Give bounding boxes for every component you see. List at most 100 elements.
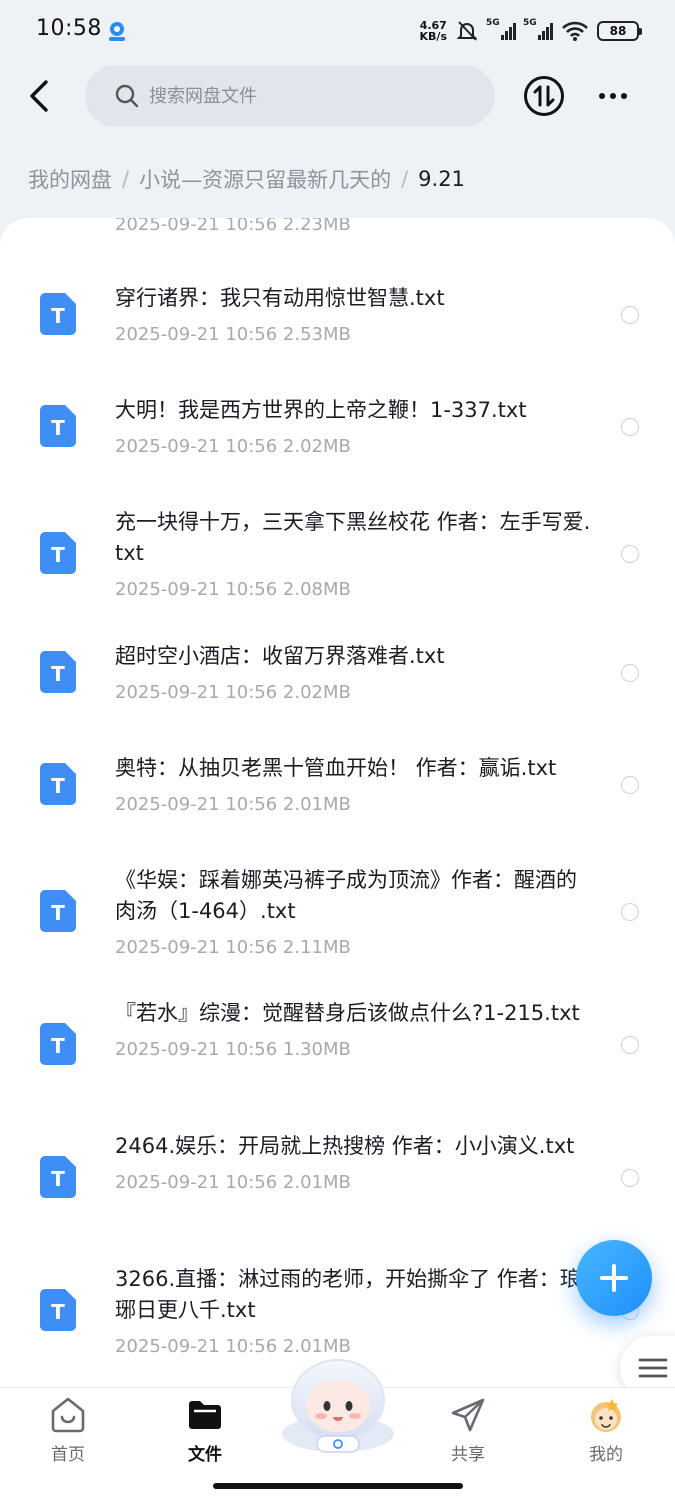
svg-text:T: T: [51, 416, 65, 440]
nav-share[interactable]: 共享: [428, 1396, 508, 1465]
transfer-button[interactable]: [524, 76, 564, 116]
select-checkbox[interactable]: [621, 664, 639, 682]
breadcrumb-root[interactable]: 我的网盘: [28, 164, 112, 194]
plus-icon: [600, 1264, 628, 1292]
select-checkbox[interactable]: [621, 776, 639, 794]
file-row[interactable]: T 穿行诸界：我只有动用惊世智慧.txt 2025-09-21 10:56 2.…: [0, 268, 675, 378]
file-meta: 2025-09-21 10:56 2.01MB: [115, 794, 351, 815]
file-row[interactable]: T 《华娱：踩着娜英冯裤子成为顶流》作者：醒酒的肉汤（1-464）.txt 20…: [0, 850, 675, 990]
home-icon: [51, 1397, 85, 1433]
status-indicators: 4.67 KB/s 5G 5G 88: [419, 14, 642, 48]
search-input[interactable]: [149, 85, 449, 107]
file-name: 充一块得十万，三天拿下黑丝校花 作者：左手写爱.txt: [115, 510, 591, 565]
breadcrumb-separator: /: [122, 167, 130, 191]
nav-mine[interactable]: 我的: [566, 1396, 646, 1465]
svg-text:T: T: [51, 1300, 65, 1324]
status-bar: 10:58 4.67 KB/s 5G 5G 88: [0, 0, 675, 62]
svg-text:T: T: [51, 543, 65, 567]
home-indicator: [213, 1483, 463, 1489]
txt-file-icon: T: [40, 532, 76, 574]
file-text: 『若水』综漫：觉醒替身后该做点什么?1-215.txt 2025-09-21 1…: [115, 998, 595, 1062]
breadcrumb-separator: /: [401, 167, 409, 191]
file-name: 3266.直播：淋过雨的老师，开始撕伞了 作者：琅琊日更八千.txt: [115, 1267, 581, 1322]
file-name: 穿行诸界：我只有动用惊世智慧.txt: [115, 286, 445, 310]
select-checkbox[interactable]: [621, 903, 639, 921]
txt-file-icon: T: [40, 651, 76, 693]
file-meta: 2025-09-21 10:56 2.02MB: [115, 436, 351, 457]
mascot-icon[interactable]: [277, 1356, 399, 1456]
select-checkbox[interactable]: [621, 1036, 639, 1054]
txt-file-icon: T: [40, 763, 76, 805]
folder-icon: [189, 1401, 221, 1429]
nav-share-label: 共享: [451, 1445, 485, 1465]
txt-file-icon: T: [40, 1023, 76, 1065]
file-name: 《华娱：踩着娜英冯裤子成为顶流》作者：醒酒的肉汤（1-464）.txt: [115, 868, 577, 923]
svg-text:T: T: [51, 304, 65, 328]
file-list: T 2025-09-21 10:56 2.23MB T 穿行诸界：我只有动用惊世…: [0, 218, 675, 1388]
txt-file-icon: T: [40, 890, 76, 932]
add-button[interactable]: [576, 1240, 652, 1316]
network-speed: 4.67 KB/s: [419, 19, 447, 43]
more-button[interactable]: [594, 82, 632, 110]
back-button[interactable]: [22, 76, 56, 116]
select-checkbox[interactable]: [621, 418, 639, 436]
file-row[interactable]: T 超时空小酒店：收留万界落难者.txt 2025-09-21 10:56 2.…: [0, 626, 675, 736]
baidu-netdisk-status-icon: [109, 22, 125, 41]
file-row[interactable]: T 大明！我是西方世界的上帝之鞭！1-337.txt 2025-09-21 10…: [0, 380, 675, 490]
file-row[interactable]: T 2025-09-21 10:56 2.23MB: [0, 218, 675, 258]
file-row[interactable]: T 2464.娱乐：开局就上热搜榜 作者：小小演义.txt 2025-09-21…: [0, 1116, 675, 1256]
file-text: 奥特：从抽贝老黑十管血开始！ 作者：赢诟.txt 2025-09-21 10:5…: [115, 753, 595, 817]
file-text: 3266.直播：淋过雨的老师，开始撕伞了 作者：琅琊日更八千.txt 2025-…: [115, 1264, 595, 1359]
signal-2-icon: 5G: [523, 18, 553, 40]
more-icon-dot: [610, 93, 616, 99]
select-checkbox[interactable]: [621, 1169, 639, 1187]
nav-files-label: 文件: [188, 1445, 222, 1465]
share-icon: [451, 1398, 485, 1432]
signal-1-icon: 5G: [486, 18, 516, 40]
battery-indicator: 88: [597, 21, 642, 41]
more-icon-dot: [599, 93, 605, 99]
search-icon: [115, 84, 139, 108]
back-arrow-icon: [30, 80, 48, 112]
file-name: 奥特：从抽贝老黑十管血开始！ 作者：赢诟.txt: [115, 756, 557, 780]
select-checkbox[interactable]: [621, 545, 639, 563]
bell-muted-icon: [456, 21, 478, 41]
wifi-icon: [562, 21, 588, 41]
file-meta: 2025-09-21 10:56 2.01MB: [115, 1172, 351, 1193]
breadcrumb-current: 9.21: [418, 167, 465, 191]
file-meta: 2025-09-21 10:56 1.30MB: [115, 1039, 351, 1060]
file-meta: 2025-09-21 10:56 2.11MB: [115, 937, 351, 958]
avatar-icon: [591, 1399, 621, 1432]
file-name: 『若水』综漫：觉醒替身后该做点什么?1-215.txt: [115, 1001, 580, 1025]
file-text: 充一块得十万，三天拿下黑丝校花 作者：左手写爱.txt 2025-09-21 1…: [115, 507, 595, 602]
file-row[interactable]: T 奥特：从抽贝老黑十管血开始！ 作者：赢诟.txt 2025-09-21 10…: [0, 738, 675, 848]
file-meta: 2025-09-21 10:56 2.02MB: [115, 682, 351, 703]
file-meta: 2025-09-21 10:56 2.23MB: [115, 218, 351, 235]
nav-files[interactable]: 文件: [165, 1396, 245, 1465]
file-name: 大明！我是西方世界的上帝之鞭！1-337.txt: [115, 398, 527, 422]
file-text: 穿行诸界：我只有动用惊世智慧.txt 2025-09-21 10:56 2.53…: [115, 283, 595, 347]
breadcrumb-folder[interactable]: 小说—资源只留最新几天的: [139, 164, 391, 194]
file-text: 2025-09-21 10:56 2.23MB: [115, 218, 595, 237]
svg-text:T: T: [51, 662, 65, 686]
svg-text:T: T: [51, 1167, 65, 1191]
file-name: 2464.娱乐：开局就上热搜榜 作者：小小演义.txt: [115, 1134, 575, 1158]
more-icon-dot: [621, 93, 627, 99]
status-time: 10:58: [36, 16, 102, 41]
file-text: 大明！我是西方世界的上帝之鞭！1-337.txt 2025-09-21 10:5…: [115, 395, 595, 459]
txt-file-icon: T: [40, 293, 76, 335]
txt-file-icon: T: [40, 1289, 76, 1331]
file-text: 超时空小酒店：收留万界落难者.txt 2025-09-21 10:56 2.02…: [115, 641, 595, 705]
menu-icon: [638, 1358, 668, 1378]
file-row[interactable]: T 『若水』综漫：觉醒替身后该做点什么?1-215.txt 2025-09-21…: [0, 983, 675, 1123]
txt-file-icon: T: [40, 1156, 76, 1198]
file-text: 2464.娱乐：开局就上热搜榜 作者：小小演义.txt 2025-09-21 1…: [115, 1131, 595, 1195]
select-checkbox[interactable]: [621, 306, 639, 324]
nav-mine-label: 我的: [589, 1445, 623, 1465]
nav-home-label: 首页: [51, 1445, 85, 1465]
search-bar[interactable]: [85, 65, 495, 127]
file-row[interactable]: T 充一块得十万，三天拿下黑丝校花 作者：左手写爱.txt 2025-09-21…: [0, 492, 675, 632]
nav-home[interactable]: 首页: [28, 1396, 108, 1465]
file-name: 超时空小酒店：收留万界落难者.txt: [115, 644, 445, 668]
breadcrumb: 我的网盘 / 小说—资源只留最新几天的 / 9.21: [28, 164, 465, 194]
